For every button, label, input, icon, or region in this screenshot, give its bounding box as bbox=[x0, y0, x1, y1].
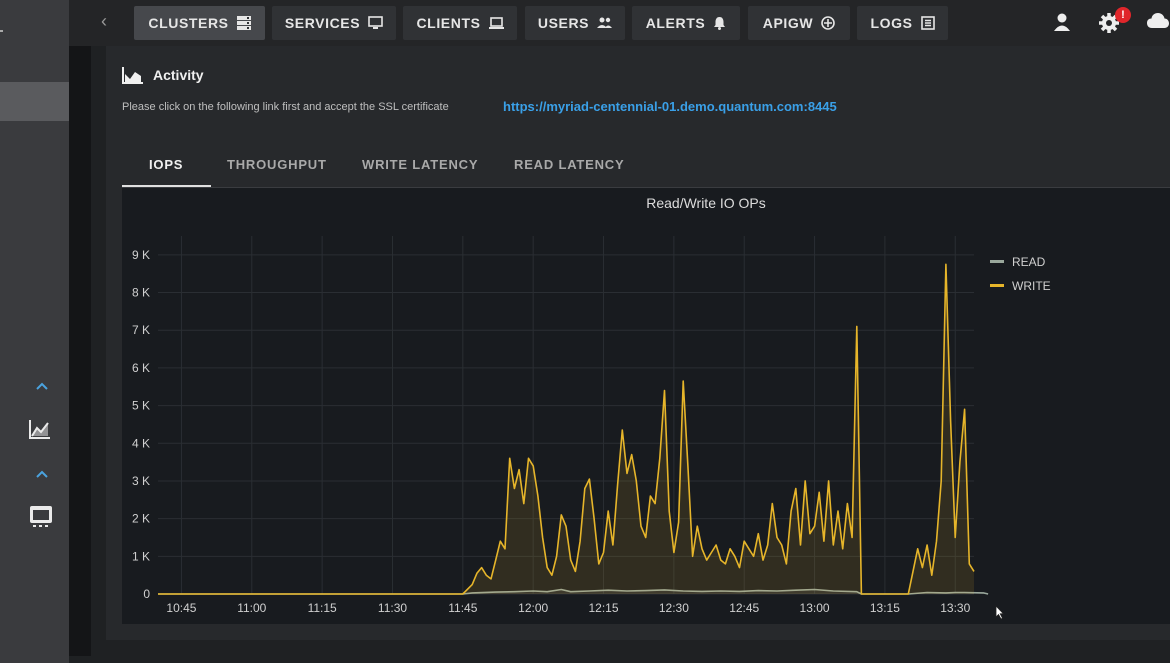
ssl-note-text: Please click on the following link first… bbox=[122, 101, 449, 113]
legend-label-write: WRITE bbox=[1012, 279, 1051, 293]
x-tick-label: 11:00 bbox=[237, 601, 266, 615]
nav-tab-services[interactable]: SERVICES bbox=[272, 6, 396, 40]
user-account-icon[interactable] bbox=[1052, 12, 1072, 37]
monitor-icon bbox=[368, 16, 383, 30]
server-icon bbox=[236, 16, 251, 30]
x-tick-label: 13:00 bbox=[800, 601, 830, 615]
chart-series bbox=[158, 263, 989, 595]
tab-write-latency[interactable]: WRITE LATENCY bbox=[362, 157, 478, 172]
x-tick-label: 11:45 bbox=[448, 601, 477, 615]
plus-circle-icon bbox=[821, 16, 836, 30]
x-tick-label: 13:30 bbox=[940, 601, 970, 615]
ssl-certificate-link[interactable]: https://myriad-centennial-01.demo.quantu… bbox=[503, 99, 837, 114]
y-tick-label: 4 K bbox=[132, 436, 150, 450]
notification-badge: ! bbox=[1115, 7, 1131, 23]
storage-device-icon[interactable] bbox=[29, 505, 53, 534]
x-tick-label: 11:15 bbox=[308, 601, 337, 615]
mouse-cursor-icon bbox=[995, 605, 1005, 626]
x-tick-label: 11:30 bbox=[378, 601, 407, 615]
iops-chart-container: Read/Write IO OPs 0 1 K 2 K 3 K 4 K 5 K 6 K 7 K… bbox=[122, 188, 1170, 624]
x-tick-label: 12:15 bbox=[589, 601, 619, 615]
nav-tab-apigw[interactable]: APIGW bbox=[748, 6, 850, 40]
chevron-up-icon[interactable] bbox=[35, 378, 49, 394]
nav-tab-label: CLUSTERS bbox=[148, 15, 229, 31]
tab-throughput[interactable]: THROUGHPUT bbox=[227, 157, 327, 172]
nav-tab-logs[interactable]: LOGS bbox=[857, 6, 948, 40]
y-tick-label: 5 K bbox=[132, 399, 150, 413]
x-tick-label: 12:00 bbox=[518, 601, 548, 615]
nav-tab-label: ALERTS bbox=[645, 15, 706, 31]
sidebar-selected-item[interactable] bbox=[0, 82, 69, 121]
legend-label-read: READ bbox=[1012, 255, 1046, 269]
bell-icon bbox=[713, 16, 726, 30]
sidebar-edge-mark bbox=[0, 30, 3, 32]
y-tick-label: 6 K bbox=[132, 361, 150, 375]
users-icon bbox=[597, 17, 613, 29]
tab-iops[interactable]: IOPS bbox=[149, 157, 183, 172]
nav-tab-users[interactable]: USERS bbox=[525, 6, 625, 40]
x-tick-label: 10:45 bbox=[166, 601, 196, 615]
y-tick-label: 7 K bbox=[132, 323, 150, 337]
x-axis: 10:45 11:00 11:15 11:30 11:45 12:00 12:15 12:30… bbox=[166, 601, 970, 615]
back-chevron-icon[interactable]: ‹ bbox=[101, 11, 107, 32]
y-tick-label: 2 K bbox=[132, 512, 150, 526]
nav-tab-label: USERS bbox=[537, 15, 590, 31]
panel-footer bbox=[91, 640, 1170, 656]
nav-tab-label: APIGW bbox=[762, 15, 814, 31]
iops-chart: Read/Write IO OPs 0 1 K 2 K 3 K 4 K 5 K 6 K 7 K… bbox=[132, 195, 1051, 615]
tab-read-latency[interactable]: READ LATENCY bbox=[514, 157, 624, 172]
activity-title: Activity bbox=[153, 67, 204, 83]
chart-legend: READ WRITE bbox=[990, 255, 1051, 293]
legend-swatch-write bbox=[990, 284, 1004, 287]
x-tick-label: 12:30 bbox=[659, 601, 689, 615]
nav-tab-clients[interactable]: CLIENTS bbox=[403, 6, 517, 40]
y-tick-label: 0 bbox=[143, 587, 150, 601]
document-icon bbox=[920, 16, 935, 30]
nav-tab-label: LOGS bbox=[870, 15, 913, 31]
cloud-icon[interactable] bbox=[1146, 11, 1170, 34]
y-axis: 0 1 K 2 K 3 K 4 K 5 K 6 K 7 K 8 K 9 K bbox=[132, 248, 150, 601]
y-tick-label: 3 K bbox=[132, 474, 150, 488]
x-tick-label: 13:15 bbox=[870, 601, 900, 615]
content-gutter bbox=[69, 46, 91, 656]
x-tick-label: 12:45 bbox=[729, 601, 759, 615]
series-area-write bbox=[158, 264, 974, 594]
activity-chart-icon[interactable] bbox=[29, 419, 51, 444]
chart-title: Read/Write IO OPs bbox=[646, 195, 766, 211]
nav-tab-clusters[interactable]: CLUSTERS bbox=[134, 6, 265, 40]
chevron-up-icon[interactable] bbox=[35, 466, 49, 482]
y-tick-label: 8 K bbox=[132, 286, 150, 300]
nav-tab-alerts[interactable]: ALERTS bbox=[632, 6, 740, 40]
laptop-icon bbox=[488, 16, 504, 30]
legend-swatch-read bbox=[990, 260, 1004, 263]
y-tick-label: 1 K bbox=[132, 549, 150, 563]
y-tick-label: 9 K bbox=[132, 248, 150, 262]
nav-tab-label: SERVICES bbox=[284, 15, 361, 31]
nav-tab-label: CLIENTS bbox=[416, 15, 481, 31]
area-chart-icon bbox=[122, 66, 144, 89]
